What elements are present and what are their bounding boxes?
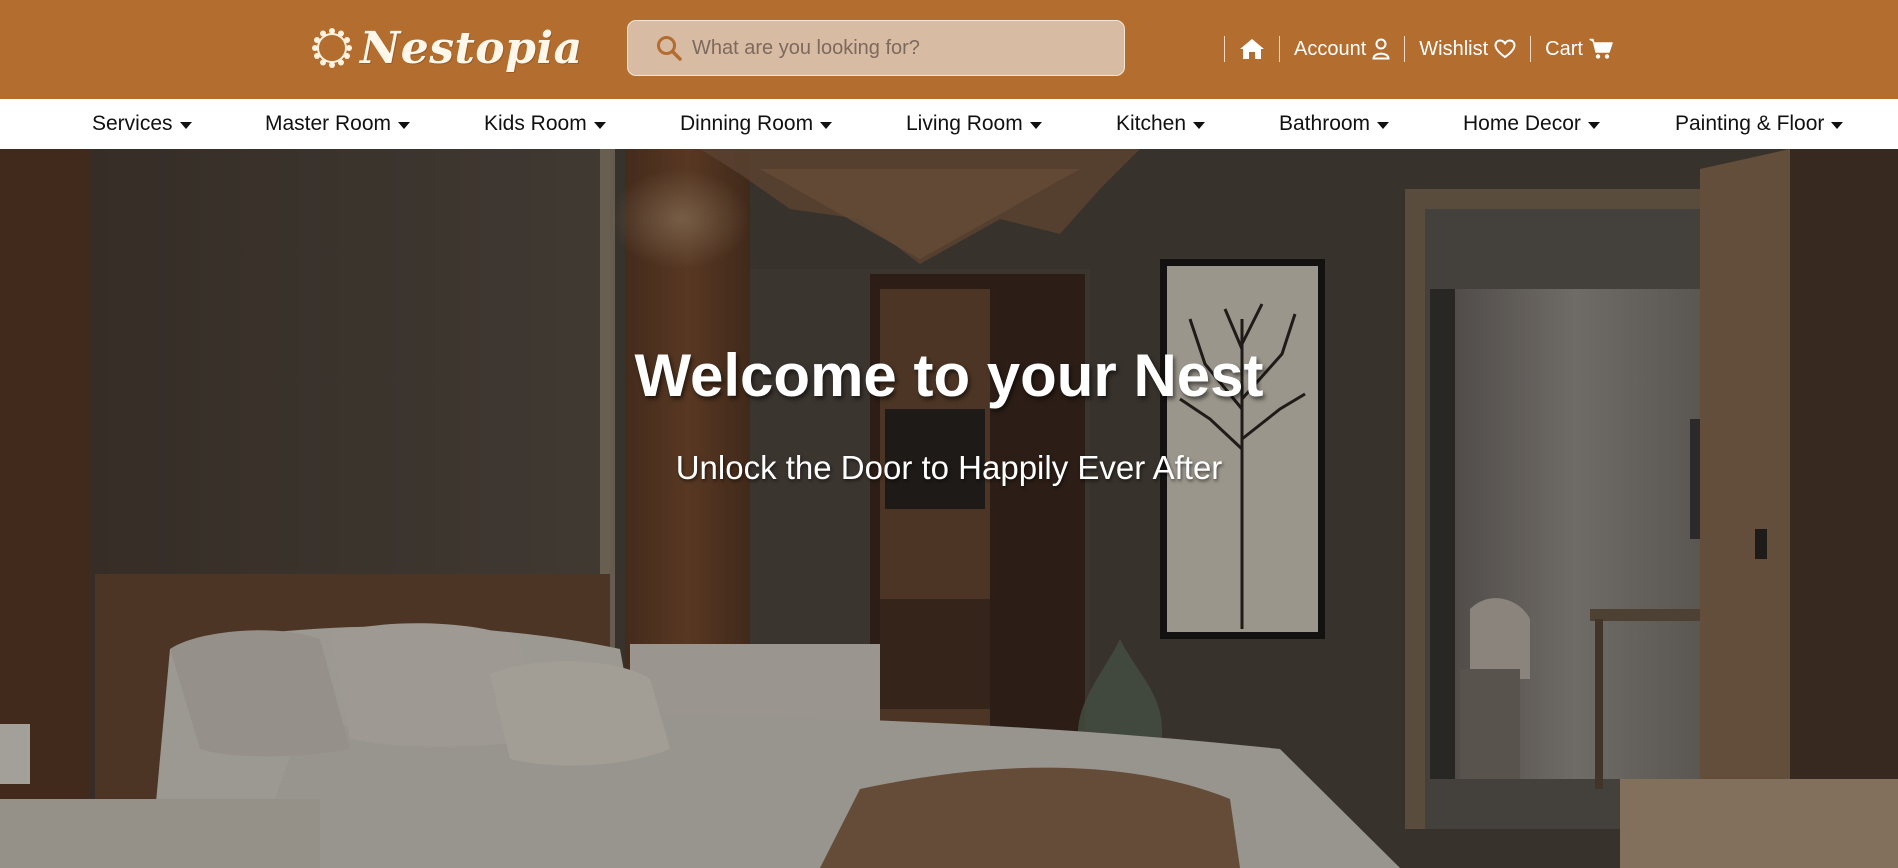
- divider: [1279, 36, 1280, 62]
- home-icon: [1239, 38, 1265, 60]
- caret-down-icon: [398, 121, 411, 129]
- wreath-icon: [310, 26, 354, 70]
- site-header: Nestopia Account: [0, 0, 1898, 99]
- nav-item-bathroom[interactable]: Bathroom: [1279, 99, 1390, 149]
- nav-item-label: Kitchen: [1116, 112, 1187, 135]
- nav-item-label: Home Decor: [1463, 112, 1581, 135]
- search-input[interactable]: [690, 35, 1114, 61]
- search-icon[interactable]: [656, 35, 682, 61]
- account-link[interactable]: Account: [1294, 38, 1390, 61]
- caret-down-icon: [1193, 121, 1206, 129]
- caret-down-icon: [1587, 121, 1600, 129]
- nav-item-home-decor[interactable]: Home Decor: [1463, 99, 1600, 149]
- cart-link[interactable]: Cart: [1545, 38, 1613, 61]
- nav-item-label: Kids Room: [484, 112, 587, 135]
- divider: [1530, 36, 1532, 62]
- cart-icon: [1589, 38, 1613, 60]
- nav-item-master-room[interactable]: Master Room: [265, 99, 411, 149]
- caret-down-icon: [593, 121, 606, 129]
- nav-item-label: Painting & Floor: [1675, 112, 1825, 135]
- account-label: Account: [1294, 37, 1367, 60]
- caret-down-icon: [1831, 121, 1844, 129]
- nav-item-dinning-room[interactable]: Dinning Room: [680, 99, 833, 149]
- home-link[interactable]: [1239, 38, 1265, 60]
- header-links: Account Wishlist Cart: [1210, 32, 1613, 66]
- hero-background-image: [0, 149, 1898, 868]
- hero-title: Welcome to your Nest: [634, 342, 1264, 409]
- nav-item-label: Services: [92, 112, 173, 135]
- category-nav: Services Master Room Kids Room Dinning R…: [0, 99, 1898, 149]
- wishlist-label: Wishlist: [1419, 37, 1489, 60]
- nav-item-services[interactable]: Services: [92, 99, 192, 149]
- search-bar: [627, 20, 1125, 76]
- wishlist-link[interactable]: Wishlist: [1419, 38, 1516, 61]
- caret-down-icon: [1377, 121, 1390, 129]
- caret-down-icon: [820, 121, 833, 129]
- nav-item-painting-floor[interactable]: Painting & Floor: [1675, 99, 1844, 149]
- nav-item-label: Bathroom: [1279, 112, 1371, 135]
- nav-item-label: Dinning Room: [680, 112, 814, 135]
- divider: [1404, 36, 1406, 62]
- caret-down-icon: [179, 121, 192, 129]
- user-icon: [1372, 38, 1390, 60]
- nav-item-label: Living Room: [906, 112, 1023, 135]
- nav-item-label: Master Room: [265, 112, 392, 135]
- hero-subtitle: Unlock the Door to Happily Ever After: [675, 449, 1223, 486]
- nav-item-living-room[interactable]: Living Room: [906, 99, 1042, 149]
- heart-icon: [1494, 39, 1516, 59]
- nav-item-kitchen[interactable]: Kitchen: [1116, 99, 1206, 149]
- divider: [1224, 36, 1225, 62]
- brand-logo[interactable]: Nestopia: [310, 18, 583, 78]
- brand-name: Nestopia: [360, 22, 583, 74]
- hero-banner: Welcome to your Nest Unlock the Door to …: [0, 149, 1898, 868]
- cart-label: Cart: [1545, 37, 1583, 60]
- nav-item-kids-room[interactable]: Kids Room: [484, 99, 606, 149]
- caret-down-icon: [1029, 121, 1042, 129]
